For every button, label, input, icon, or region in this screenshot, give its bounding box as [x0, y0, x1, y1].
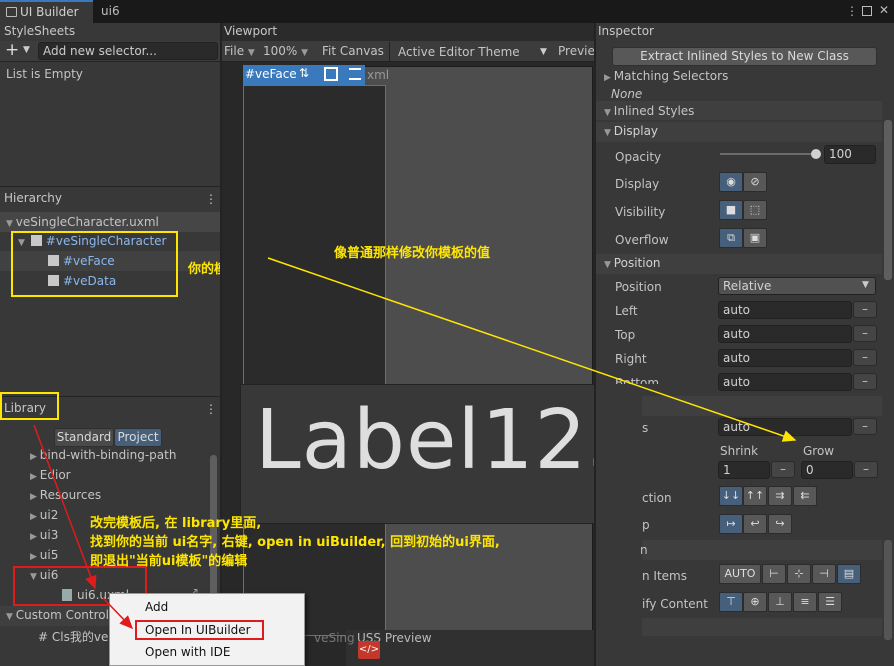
modify-arrow	[267, 257, 797, 442]
annotation-arrows	[33, 257, 797, 630]
menu-arrow	[102, 597, 134, 630]
library-arrow	[33, 424, 97, 590]
